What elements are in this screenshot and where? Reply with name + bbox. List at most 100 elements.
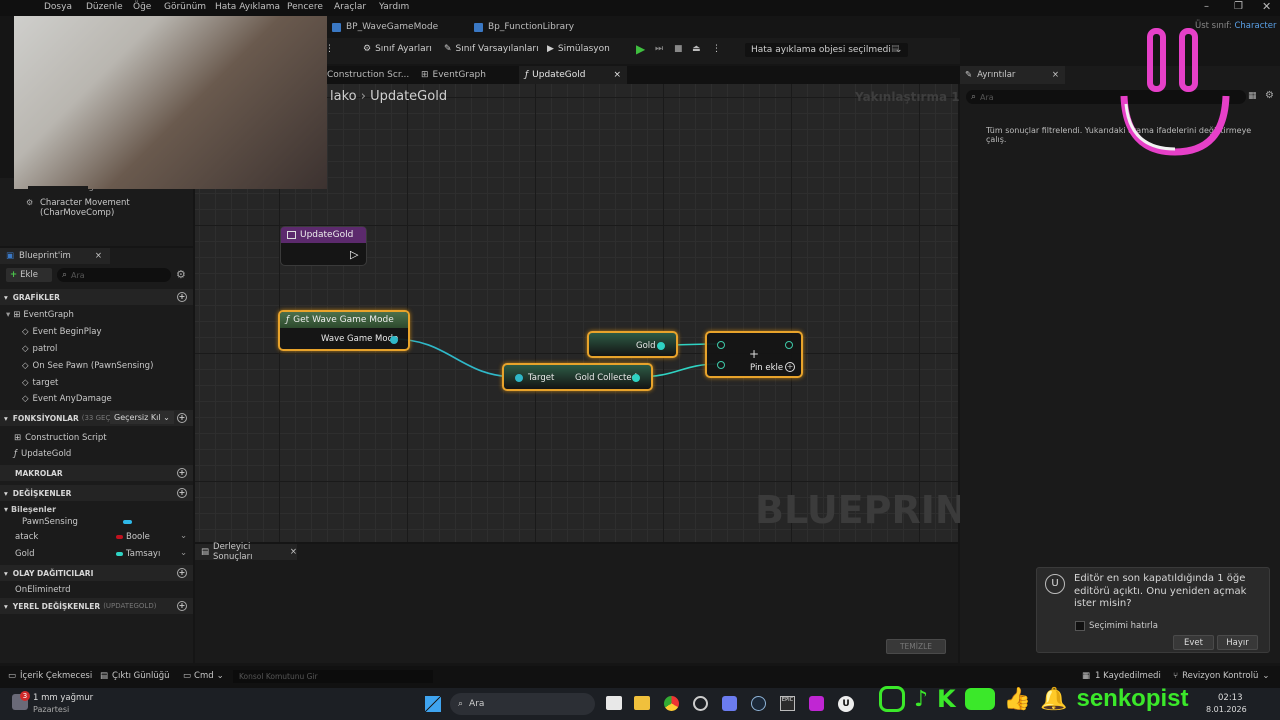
eject-icon[interactable]: ⏏ — [692, 44, 701, 54]
chrome-icon[interactable] — [664, 696, 679, 711]
event-item[interactable]: ◇ Event AnyDamage — [0, 391, 193, 407]
node-add[interactable]: + Pin ekle + — [705, 331, 803, 378]
stop-icon[interactable]: ■ — [674, 44, 683, 54]
class-defaults-button[interactable]: ✎ Sınıf Varsayılanları — [444, 44, 539, 54]
clear-button[interactable]: TEMİZLE — [886, 639, 946, 654]
add-local-variable-icon[interactable]: + — [177, 601, 187, 611]
section-dispatchers[interactable]: ▾ OLAY DAĞITICILARI + — [0, 565, 193, 581]
variable-pawn-sensing[interactable]: PawnSensing — [0, 514, 193, 530]
tree-eventgraph[interactable]: ▾ ⊞ EventGraph — [0, 307, 193, 323]
add-function-icon[interactable]: + — [177, 413, 187, 423]
add-macro-icon[interactable]: + — [177, 468, 187, 478]
parent-class-link[interactable]: Character — [1234, 21, 1276, 31]
taskbar-search[interactable]: ⌕ Ara — [450, 693, 595, 715]
settings-gear-icon[interactable]: ⚙ — [1265, 90, 1274, 101]
step-icon[interactable]: ⏭ — [655, 44, 663, 54]
no-button[interactable]: Hayır — [1217, 635, 1258, 650]
app-icon[interactable] — [809, 696, 824, 711]
store-icon[interactable] — [722, 696, 737, 711]
dispatcher-item[interactable]: OnEliminetrd — [0, 582, 193, 598]
add-button[interactable]: + Ekle — [6, 268, 52, 282]
breadcrumb-parent[interactable]: lako — [330, 89, 357, 104]
blueprint-search-input[interactable]: ⌕ Ara — [57, 268, 171, 282]
tab-updategold[interactable]: ƒ UpdateGold × — [519, 66, 627, 84]
file-tab-wavegamemode[interactable]: BP_WaveGameMode — [332, 18, 438, 36]
file-tab-functionlibrary[interactable]: Bp_FunctionLibrary — [474, 18, 574, 36]
tab-construction-script[interactable]: Construction Scr... — [321, 66, 415, 84]
content-drawer-button[interactable]: ▭ İçerik Çekmecesi — [8, 671, 92, 681]
play-options-icon[interactable]: ⋮ — [712, 44, 721, 54]
revision-control-button[interactable]: ⑂ Revizyon Kontrolü ⌄ — [1173, 671, 1270, 681]
tab-eventgraph[interactable]: ⊞ EventGraph — [415, 66, 492, 84]
debug-object-dropdown[interactable]: Hata ayıklama objesi seçilmedi ⌄ — [745, 43, 909, 57]
minimize-icon[interactable]: – — [1204, 1, 1209, 12]
simulation-button[interactable]: ▶ Simülasyon — [547, 44, 610, 54]
section-macros[interactable]: MAKROLAR + — [0, 465, 193, 481]
debug-filter-icon[interactable]: ▤ — [891, 44, 900, 54]
add-pin-icon[interactable]: + — [785, 362, 795, 372]
menu-window[interactable]: Pencere — [287, 2, 323, 12]
class-settings-button[interactable]: ⚙ Sınıf Ayarları — [363, 44, 432, 54]
exec-out-pin-icon[interactable]: ▷ — [350, 248, 358, 261]
close-tab-icon[interactable]: × — [290, 547, 297, 557]
my-blueprint-tab[interactable]: ▣ Blueprint'im × — [0, 248, 110, 264]
pin-target[interactable] — [515, 374, 523, 382]
maximize-icon[interactable]: ❐ — [1234, 1, 1243, 12]
function-item[interactable]: ⊞ Construction Script — [0, 430, 193, 446]
section-local-variables[interactable]: ▾ YEREL DEĞİŞKENLER (UPDATEGOLD) + — [0, 598, 193, 614]
epic-games-icon[interactable]: EPIC — [780, 696, 795, 711]
menu-asset[interactable]: Öğe — [133, 2, 151, 12]
close-tab-icon[interactable]: × — [613, 70, 621, 80]
section-graphs[interactable]: ▾ GRAFİKLER + — [0, 289, 193, 305]
section-functions[interactable]: ▾ FONKSİYONLAR (33 GEÇERSİZ) Geçersiz Kıl… — [0, 410, 193, 426]
variable-atack[interactable]: atack Boole ⌄ — [0, 529, 193, 545]
event-item[interactable]: ◇ Event BeginPlay — [0, 324, 193, 340]
pin-gold[interactable] — [657, 342, 665, 350]
close-tab-icon[interactable]: × — [1052, 70, 1059, 80]
github-icon[interactable] — [693, 696, 708, 711]
console-input[interactable]: Konsol Komutunu Gir — [233, 670, 433, 683]
pin-wave-game-mode[interactable] — [390, 336, 398, 344]
add-graph-icon[interactable]: + — [177, 292, 187, 302]
function-item[interactable]: ƒ UpdateGold — [0, 446, 193, 462]
node-get-wave-game-mode[interactable]: ƒ Get Wave Game Mode Wave Game Mode — [278, 310, 410, 351]
close-icon[interactable]: ✕ — [1262, 0, 1271, 13]
add-variable-icon[interactable]: + — [177, 488, 187, 498]
pin-add-a[interactable] — [717, 341, 725, 349]
menu-debug[interactable]: Hata Ayıklama — [215, 2, 280, 12]
table-view-icon[interactable]: ▦ — [1248, 91, 1257, 101]
play-icon[interactable]: ▶ — [636, 42, 645, 56]
node-function-entry[interactable]: UpdateGold ▷ — [280, 226, 367, 266]
pin-gold-collected[interactable] — [632, 374, 640, 382]
variable-gold[interactable]: Gold Tamsayı ⌄ — [0, 546, 193, 562]
menu-edit[interactable]: Düzenle — [86, 2, 123, 12]
settings-gear-icon[interactable]: ⚙ — [176, 268, 186, 281]
menu-help[interactable]: Yardım — [379, 2, 409, 12]
event-item[interactable]: ◇ target — [0, 375, 193, 391]
file-explorer-icon[interactable] — [634, 696, 650, 710]
compiler-tab[interactable]: ▤ Derleyici Sonuçları × — [195, 542, 297, 562]
event-item[interactable]: ◇ On See Pawn (PawnSensing) — [0, 358, 193, 374]
unreal-engine-icon[interactable]: U — [838, 696, 854, 712]
menu-tools[interactable]: Araçlar — [334, 2, 366, 12]
node-gold-collected[interactable]: Target Gold Collected — [502, 363, 653, 391]
windows-start-icon[interactable] — [425, 696, 441, 712]
override-dropdown[interactable]: Geçersiz Kıl ⌄ — [110, 411, 174, 424]
chevron-down-icon[interactable]: ⌄ — [180, 548, 187, 558]
node-gold-variable[interactable]: Gold — [587, 331, 678, 358]
close-tab-icon[interactable]: × — [95, 251, 102, 261]
pin-add-b[interactable] — [717, 361, 725, 369]
chevron-down-icon[interactable]: ⌄ — [180, 531, 187, 541]
output-log-button[interactable]: ▤ Çıktı Günlüğü — [100, 671, 170, 681]
section-variables[interactable]: ▾ DEĞİŞKENLER + — [0, 485, 193, 501]
event-item[interactable]: ◇ patrol — [0, 341, 193, 357]
task-view-icon[interactable] — [606, 696, 622, 710]
cmd-dropdown[interactable]: ▭ Cmd ⌄ — [183, 671, 224, 681]
yes-button[interactable]: Evet — [1173, 635, 1214, 650]
add-pin-label[interactable]: Pin ekle — [750, 363, 783, 373]
menu-file[interactable]: Dosya — [44, 2, 72, 12]
details-tab[interactable]: ✎ Ayrıntılar × — [960, 66, 1065, 84]
add-dispatcher-icon[interactable]: + — [177, 568, 187, 578]
menu-view[interactable]: Görünüm — [164, 2, 206, 12]
steam-icon[interactable] — [751, 696, 766, 711]
